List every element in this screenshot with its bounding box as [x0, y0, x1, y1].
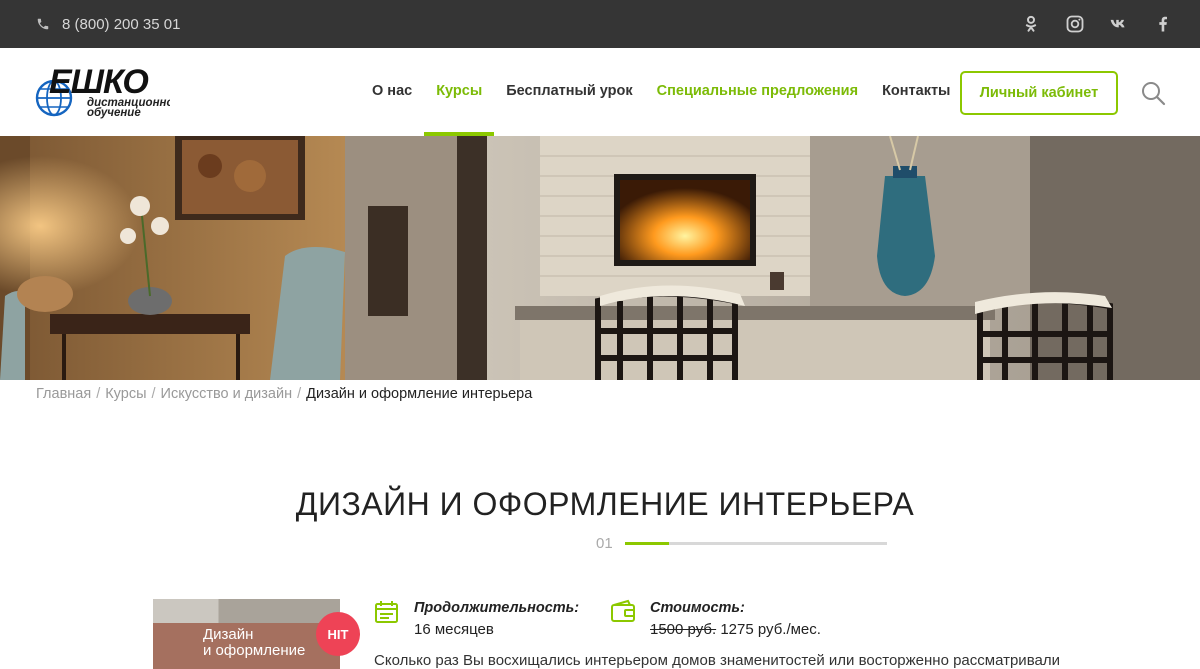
calendar-icon	[375, 601, 398, 623]
nav-item-courses[interactable]: Курсы	[424, 48, 495, 136]
slide-indicator: 01	[596, 534, 887, 552]
price-value: 1500 руб. 1275 руб./мес.	[650, 619, 821, 641]
hit-badge: HIT	[316, 612, 360, 656]
slide-progress-fill	[624, 541, 670, 545]
social-links	[1020, 0, 1174, 48]
nav-item-free-lesson[interactable]: Бесплатный урок	[494, 48, 644, 136]
cover-title: Дизайн и оформление	[203, 627, 305, 659]
breadcrumb-art-design[interactable]: Искусство и дизайн	[161, 386, 293, 402]
hero-image	[0, 136, 1200, 380]
price-info: Стоимость: 1500 руб. 1275 руб./мес.	[610, 598, 821, 641]
breadcrumb: Главная / Курсы / Искусство и дизайн / Д…	[36, 386, 532, 402]
slide-progress-track	[624, 541, 887, 545]
instagram-icon[interactable]	[1064, 13, 1086, 35]
slide-number: 01	[596, 534, 613, 552]
page-title: ДИЗАЙН И ОФОРМЛЕНИЕ ИНТЕРЬЕРА	[295, 486, 915, 522]
price-old: 1500 руб.	[650, 621, 717, 638]
price-new: 1275 руб./мес.	[720, 621, 821, 638]
vk-icon[interactable]	[1108, 13, 1130, 35]
cover-title-line-2: и оформление	[203, 642, 306, 659]
main-nav: О нас Курсы Бесплатный урок Специальные …	[360, 48, 962, 136]
duration-info: Продолжительность: 16 месяцев	[374, 598, 579, 641]
logo-brand: ЕШКО	[49, 64, 148, 101]
course-cover[interactable]: Дизайн и оформление	[153, 599, 340, 669]
breadcrumb-separator: /	[96, 386, 101, 402]
phone-icon	[37, 18, 49, 30]
top-bar: 8 (800) 200 35 01	[0, 0, 1200, 48]
price-label: Стоимость:	[650, 600, 745, 616]
course-description: Сколько раз Вы восхищались интерьером до…	[374, 652, 1060, 669]
site-header: ЕШКО дистанционное обучение О нас Курсы …	[0, 48, 1200, 136]
logo[interactable]: ЕШКО дистанционное обучение	[35, 63, 180, 122]
breadcrumb-separator: /	[151, 386, 156, 402]
phone-number[interactable]: 8 (800) 200 35 01	[62, 16, 180, 33]
facebook-icon[interactable]	[1152, 13, 1174, 35]
odnoklassniki-icon[interactable]	[1020, 13, 1042, 35]
nav-item-about[interactable]: О нас	[360, 48, 424, 136]
cover-stripe	[153, 599, 340, 623]
nav-item-contacts[interactable]: Контакты	[870, 48, 962, 136]
personal-cabinet-button[interactable]: Личный кабинет	[960, 71, 1118, 115]
nav-item-special-offers[interactable]: Специальные предложения	[645, 48, 870, 136]
wallet-icon	[611, 599, 635, 622]
duration-label: Продолжительность:	[414, 600, 580, 616]
breadcrumb-separator: /	[297, 386, 302, 402]
cover-title-line-1: Дизайн	[203, 626, 254, 643]
breadcrumb-courses[interactable]: Курсы	[105, 386, 146, 402]
breadcrumb-current: Дизайн и оформление интерьера	[306, 386, 533, 402]
breadcrumb-home[interactable]: Главная	[36, 386, 91, 402]
phone-contact[interactable]: 8 (800) 200 35 01	[36, 0, 180, 48]
logo-tagline-2: обучение	[87, 107, 141, 119]
duration-value: 16 месяцев	[414, 621, 494, 638]
search-icon[interactable]	[1140, 80, 1166, 106]
